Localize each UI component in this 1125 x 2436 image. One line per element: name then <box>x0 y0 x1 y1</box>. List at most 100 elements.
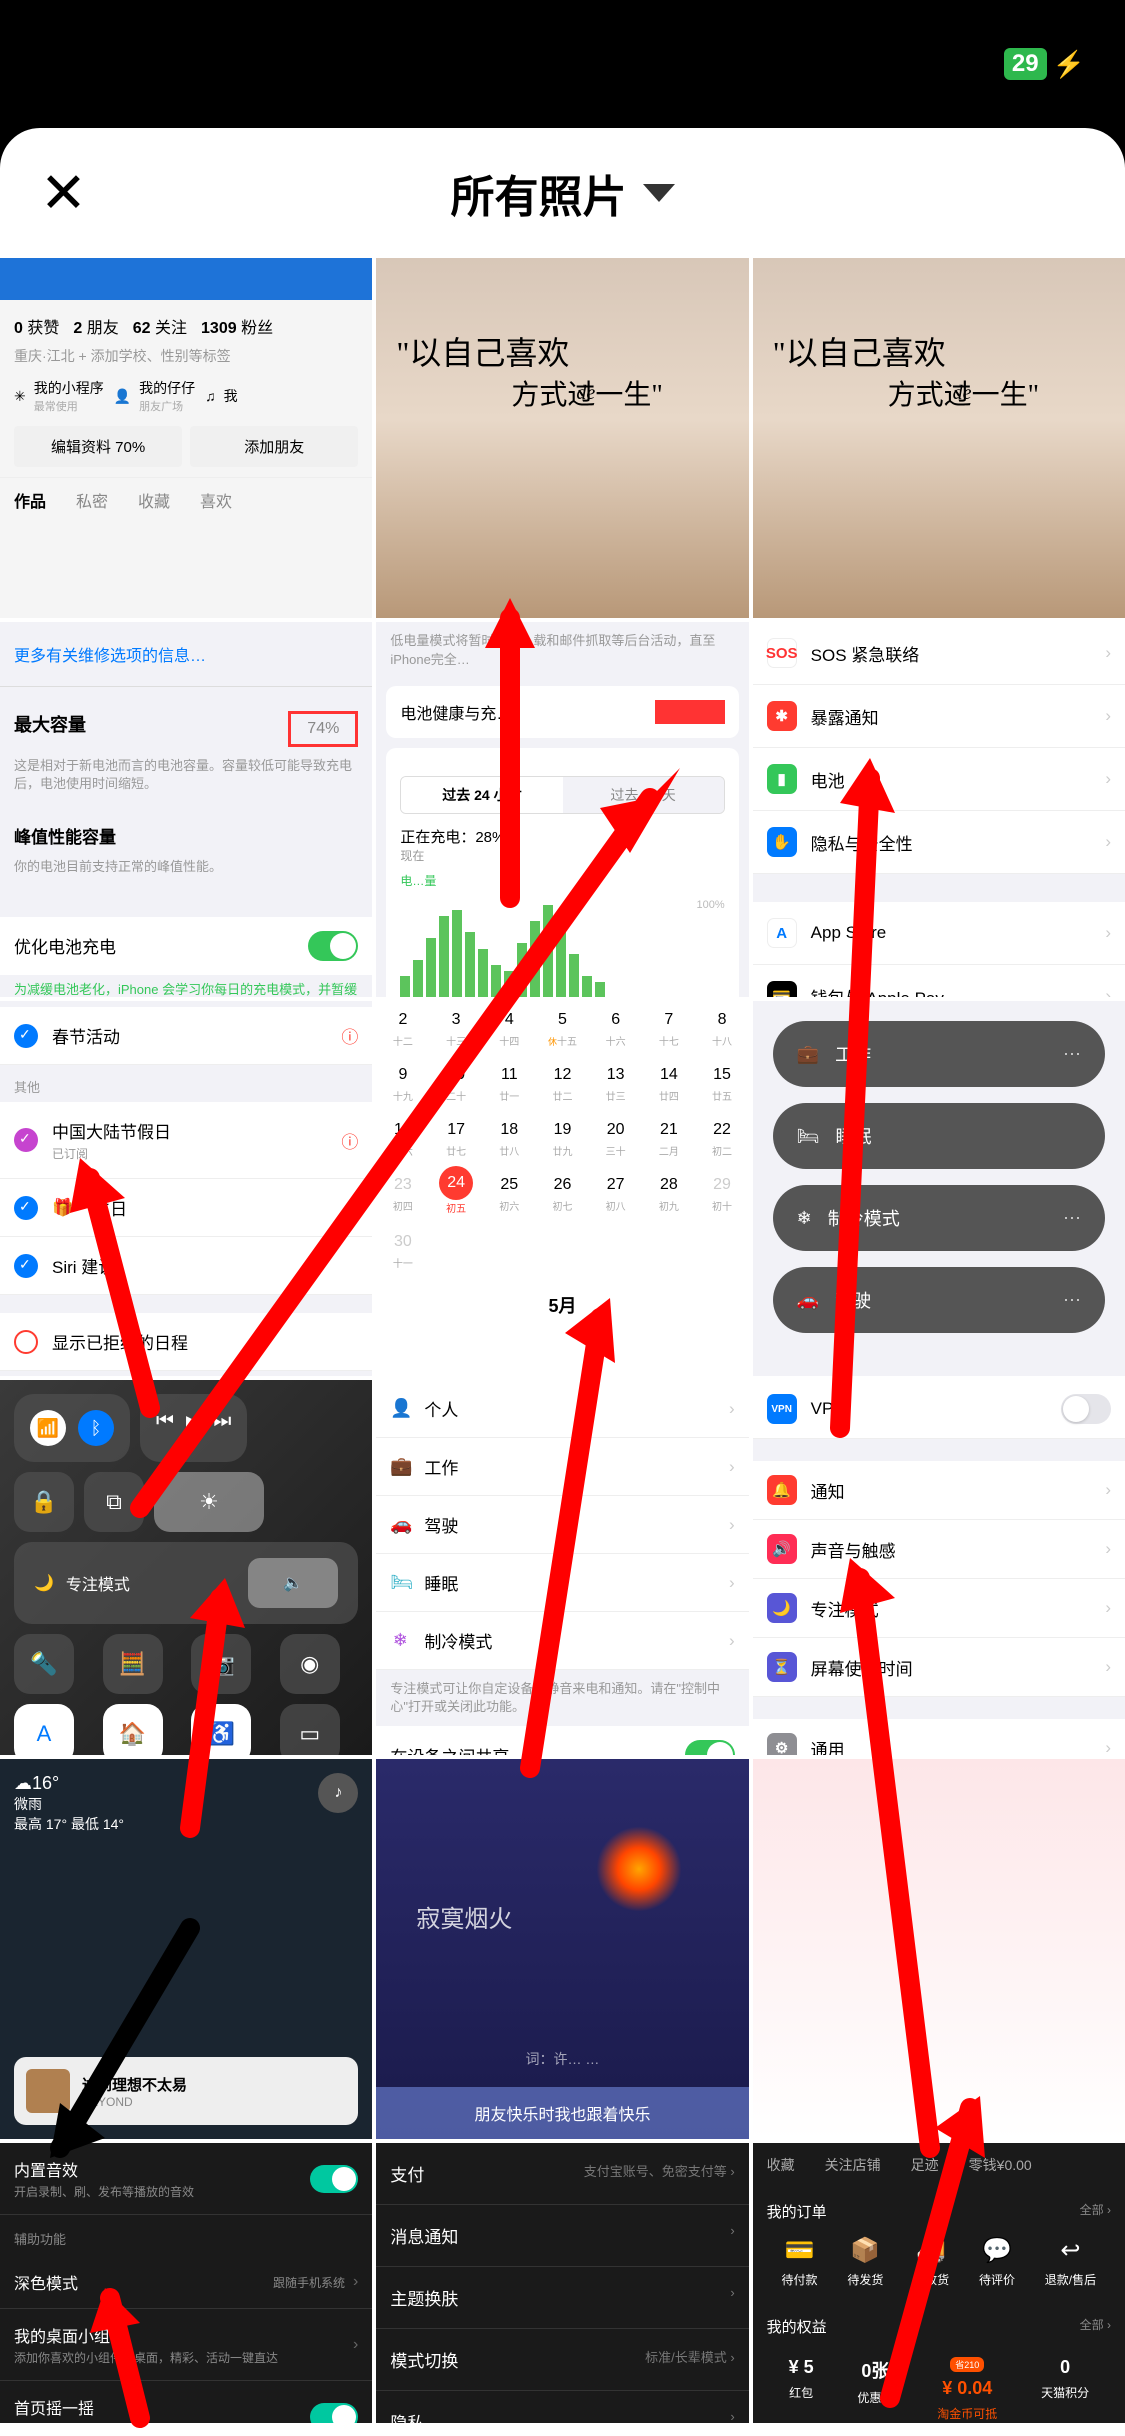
sound-icon: 🔊 <box>767 1534 797 1564</box>
wifi-icon: 📶 <box>30 1410 66 1446</box>
vpn-icon: VPN <box>767 1394 797 1424</box>
vpn-toggle[interactable] <box>1061 1394 1111 1424</box>
text-icon: A <box>14 1704 74 1755</box>
page-title: 所有照片 <box>451 161 627 225</box>
shake-toggle[interactable] <box>310 2403 358 2424</box>
share-toggle[interactable] <box>685 1740 735 1755</box>
edit-profile-button[interactable]: 编辑资料 70% <box>14 426 182 467</box>
person-icon: 👤 <box>114 388 131 405</box>
photo-grid: 0 获赞 2 朋友 62 关注 1309 粉丝 重庆·江北 + 添加学校、性别等… <box>0 258 1125 2423</box>
snowflake-icon: ❄ <box>797 1208 812 1229</box>
thumb-calendar-grid[interactable]: 2十二 3十三 4十四 5休十五 6十六 7十七 8十八 9十九 10二十 11… <box>376 1001 748 1376</box>
car-icon: 🚗 <box>797 1290 819 1311</box>
flashlight-icon: 🔦 <box>14 1634 74 1694</box>
thumb-settings-2[interactable]: VPNVPN 🔔通知› 🔊声音与触感› 🌙专注模式› ⏳屏幕使用时间› ⚙通用›… <box>753 1380 1125 1755</box>
privacy-icon: ✋ <box>767 827 797 857</box>
refund-icon: ↩ <box>1060 2236 1080 2265</box>
sos-icon: SOS <box>767 638 797 668</box>
repair-link: 更多有关维修选项的信息… <box>0 622 372 687</box>
bed-icon: 🛏 <box>390 1572 410 1593</box>
music-icon: ♫ <box>205 388 216 404</box>
gift-icon: 🎁 <box>52 1198 73 1218</box>
thumb-profile[interactable]: 0 获赞 2 朋友 62 关注 1309 粉丝 重庆·江北 + 添加学校、性别等… <box>0 258 372 618</box>
title-dropdown[interactable]: 所有照片 <box>451 161 675 225</box>
forward-icon: ⏭ <box>213 1410 231 1446</box>
play-icon: ▶ <box>186 1410 201 1446</box>
briefcase-icon: 💼 <box>797 1044 819 1065</box>
package-icon: 📦 <box>850 2236 880 2265</box>
camera-icon: 📷 <box>191 1634 251 1694</box>
capacity-value: 74% <box>288 711 358 747</box>
check-icon <box>14 1254 38 1278</box>
briefcase-icon: 💼 <box>390 1456 410 1477</box>
thumb-room-2[interactable]: "以自己喜欢 de 方式过一生" <box>753 258 1125 618</box>
wallet-icon: 💳 <box>785 2236 815 2265</box>
thumb-focus-pills[interactable]: 💼工作⋯ 🛏睡眠 ❄制冷模式⋯ 🚗驾驶⋯ <box>753 1001 1125 1376</box>
brightness-slider: ☀ <box>154 1472 264 1532</box>
charge-toggle[interactable] <box>308 931 358 961</box>
calculator-icon: 🧮 <box>103 1634 163 1694</box>
volume-slider: 🔈 <box>248 1558 338 1608</box>
charging-icon: ⚡ <box>1053 49 1085 80</box>
thumb-battery-capacity[interactable]: 更多有关维修选项的信息… 最大容量 74% 这是相对于新电池而言的电池容量。容量… <box>0 622 372 997</box>
photos-panel: ✕ 所有照片 0 获赞 2 朋友 62 关注 1309 粉丝 重庆·江北 + 添… <box>0 128 1125 2436</box>
battery-percent: 29 <box>1004 48 1047 80</box>
thumb-taobao-account[interactable]: 收藏关注店铺足迹零钱¥0.00 我的订单全部 › 💳待付款 📦待发货 🚚待收货 … <box>753 2143 1125 2423</box>
car-icon: 🚗 <box>390 1514 410 1535</box>
music-widget: 达到理想不太易 BEYOND <box>14 2057 358 2125</box>
scan-icon: ▭ <box>280 1704 340 1755</box>
thumb-blank[interactable] <box>753 1759 1125 2139</box>
check-icon <box>14 1196 38 1220</box>
battery-chart: 100% <box>400 899 724 997</box>
thumb-fireworks-post[interactable]: 寂寞烟火 词：许… … 朋友快乐时我也跟着快乐 <box>376 1759 748 2139</box>
close-button[interactable]: ✕ <box>40 160 87 226</box>
sound-toggle[interactable] <box>310 2165 358 2193</box>
notification-icon: 🔔 <box>767 1475 797 1505</box>
moon-icon: 🌙 <box>34 1573 54 1593</box>
snowflake-icon: ❄ <box>390 1630 410 1651</box>
thumb-calendar-list[interactable]: 春节活动ⓘ 其他 中国大陆节假日已订阅ⓘ 🎁生日 Siri 建议 显示已拒绝的日… <box>0 1001 372 1376</box>
focus-icon: 🌙 <box>767 1593 797 1623</box>
home-icon: 🏠 <box>103 1704 163 1755</box>
check-icon <box>14 1128 38 1152</box>
exposure-icon: ✱ <box>767 701 797 731</box>
gear-icon: ⚙ <box>767 1733 797 1755</box>
cloud-icon: ☁ <box>14 1773 32 1793</box>
bluetooth-icon: ᛒ <box>78 1410 114 1446</box>
chevron-right-icon: › <box>1105 643 1111 663</box>
rewind-icon: ⏮ <box>156 1410 174 1446</box>
wallet-icon: 💳 <box>767 981 797 997</box>
thumb-room-1[interactable]: "以自己喜欢 de 方式过一生" <box>376 258 748 618</box>
mirror-icon: ⧉ <box>84 1472 144 1532</box>
person-icon: 👤 <box>390 1398 410 1419</box>
photos-header: ✕ 所有照片 <box>0 128 1125 258</box>
status-bar: 29 ⚡ <box>0 0 1125 128</box>
circle-icon <box>14 1330 38 1354</box>
thumb-dark-settings[interactable]: 内置音效开启录制、刷、发布等播放的音效 辅助功能 深色模式跟随手机系统› 我的桌… <box>0 2143 372 2423</box>
appstore-icon: A <box>767 918 797 948</box>
accessibility-icon: ♿ <box>191 1704 251 1755</box>
thumb-battery-chart[interactable]: 低电量模式将暂时降低…载和邮件抓取等后台活动，直至iPhone完全… 电池健康与… <box>376 622 748 997</box>
album-cover <box>26 2069 70 2113</box>
thumb-dark-list[interactable]: 支付支付宝账号、免密支付等 › 消息通知› 主题换肤› 模式切换标准/长辈模式 … <box>376 2143 748 2423</box>
bed-icon: 🛏 <box>797 1126 820 1147</box>
battery-icon: ▮ <box>767 764 797 794</box>
check-icon <box>14 1024 38 1048</box>
hourglass-icon: ⏳ <box>767 1652 797 1682</box>
thumb-control-center[interactable]: 📶 ᛒ ⏮▶⏭ 🔒 ⧉ ☀ 🌙专注模式 🔈 🔦 🧮 📷 ◉ <box>0 1380 372 1755</box>
thumb-focus-list[interactable]: 👤个人› 💼工作› 🚗驾驶› 🛏睡眠› ❄制冷模式› 专注模式可让你自定设备并静… <box>376 1380 748 1755</box>
thumb-settings-1[interactable]: SOSSOS 紧急联络› ✱暴露通知› ▮电池› ✋隐私与安全性› AApp S… <box>753 622 1125 997</box>
thumb-weather-music[interactable]: ☁16° 微雨 最高 17° 最低 14° ♪ 达到理想不太易 BEYOND <box>0 1759 372 2139</box>
truck-icon: 🚚 <box>916 2236 946 2265</box>
redacted-bar <box>655 700 725 724</box>
fireworks-image <box>589 1819 689 1919</box>
record-icon: ◉ <box>280 1634 340 1694</box>
chevron-down-icon <box>643 184 675 202</box>
more-icon: ⋯ <box>1063 1044 1081 1065</box>
battery-indicator: 29 ⚡ <box>1004 48 1085 80</box>
review-icon: 💬 <box>982 2236 1012 2265</box>
sparkle-icon: ✳ <box>14 388 26 405</box>
add-friend-button[interactable]: 添加朋友 <box>190 426 358 467</box>
info-icon: ⓘ <box>341 1023 358 1048</box>
lock-rotation-icon: 🔒 <box>14 1472 74 1532</box>
